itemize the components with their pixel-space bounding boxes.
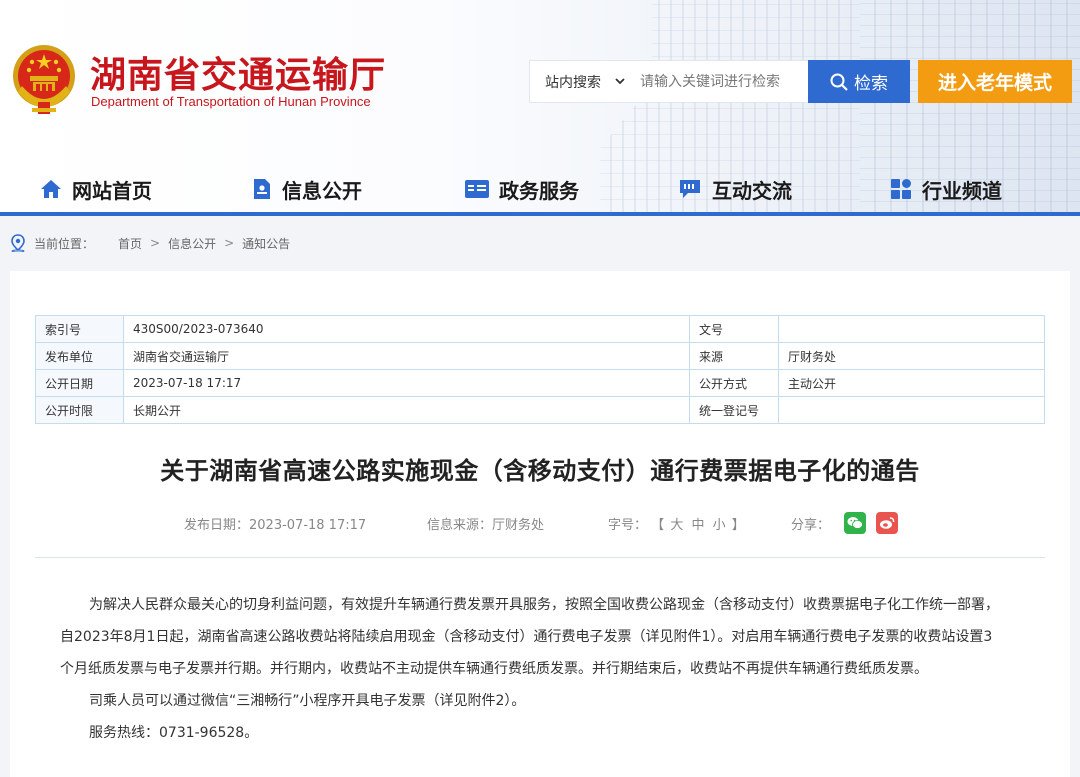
meta-key: 公开日期 (35, 369, 124, 397)
nav-item-info-disclosure[interactable]: 信息公开 (252, 166, 362, 212)
breadcrumb-separator: > (224, 236, 235, 250)
elder-mode-button[interactable]: 进入老年模式 (918, 60, 1072, 103)
document-icon (254, 179, 270, 199)
meta-value: 湖南省交通运输厅 (123, 342, 690, 370)
nav-item-label: 行业频道 (922, 178, 1002, 203)
meta-key: 来源 (689, 342, 779, 370)
info-source: 信息来源：厅财务处 (427, 518, 545, 533)
font-size-small-button[interactable]: 小 (713, 518, 726, 533)
breadcrumb-home-link[interactable]: 首页 (118, 235, 142, 252)
id-card-icon (465, 180, 489, 198)
meta-key: 公开时限 (35, 396, 124, 424)
search-icon (830, 73, 848, 91)
font-size-control: 字号： 【 大 中 小 】 (608, 514, 745, 533)
breadcrumb-prefix: 当前位置： (34, 236, 95, 251)
main-nav: 网站首页 信息公开 政务服务 互动交流 行业频道 (0, 166, 1080, 212)
search-scope-label: 站内搜索 (545, 74, 601, 91)
article-body: 为解决人民群众最关心的切身利益问题，有效提升车辆通行费发票开具服务，按照全国收费… (60, 589, 1030, 749)
site-subtitle: Department of Transportation of Hunan Pr… (91, 94, 371, 109)
share-label: 分享： (791, 518, 831, 533)
breadcrumb-notice-link[interactable]: 通知公告 (242, 235, 290, 252)
search-button-label: 检索 (854, 74, 888, 94)
breadcrumb: 当前位置： 首页 > 信息公开 > 通知公告 (0, 216, 1080, 270)
meta-key: 索引号 (35, 315, 124, 343)
font-size-label: 字号： (608, 518, 648, 533)
table-row: 公开日期 2023-07-18 17:17 公开方式 主动公开 (35, 369, 1045, 397)
wechat-share-icon[interactable] (844, 512, 866, 534)
font-size-medium-button[interactable]: 中 (691, 518, 704, 533)
breadcrumb-info-link[interactable]: 信息公开 (168, 235, 216, 252)
font-size-large-button[interactable]: 大 (670, 518, 683, 533)
meta-key: 文号 (689, 315, 779, 343)
location-pin-icon (11, 234, 25, 252)
meta-key: 统一登记号 (689, 396, 779, 424)
meta-value: 长期公开 (123, 396, 690, 424)
meta-key: 公开方式 (689, 369, 779, 397)
nav-item-label: 互动交流 (712, 178, 792, 203)
search-scope-select[interactable]: 站内搜索 (530, 61, 640, 102)
table-row: 索引号 430S00/2023-073640 文号 (35, 315, 1045, 343)
site-header: 湖南省交通运输厅 Department of Transportation of… (0, 0, 1080, 212)
meta-value (778, 315, 1045, 343)
divider (35, 557, 1045, 558)
search-input[interactable] (640, 61, 808, 102)
home-icon (41, 180, 61, 198)
site-title: 湖南省交通运输厅 (90, 54, 387, 96)
chevron-down-icon (615, 78, 625, 85)
breadcrumb-separator: > (150, 236, 161, 250)
font-size-bracket: 【 (651, 518, 665, 533)
paragraph: 个月纸质发票与电子发票并行期。并行期内，收费站不主动提供车辆通行费纸质发票。并行… (60, 661, 928, 677)
nav-item-industry[interactable]: 行业频道 (890, 166, 1002, 212)
paragraph: 司乘人员可以通过微信“三湘畅行”小程序开具电子发票（详见附件2）。 (89, 693, 526, 709)
national-emblem-icon (13, 45, 75, 114)
meta-value: 主动公开 (778, 369, 1045, 397)
search-button[interactable]: 检索 (808, 60, 910, 103)
meta-value: 厅财务处 (778, 342, 1045, 370)
nav-item-services[interactable]: 政务服务 (465, 166, 579, 212)
paragraph: 服务热线：0731-96528。 (89, 725, 259, 741)
paragraph: 自2023年8月1日起，湖南省高速公路收费站将陆续启用现金（含移动支付）通行费电… (60, 629, 993, 645)
publish-date: 发布日期：2023-07-18 17:17 (184, 518, 367, 533)
nav-item-label: 政务服务 (499, 178, 579, 203)
paragraph: 为解决人民群众最关心的切身利益问题，有效提升车辆通行费发票开具服务，按照全国收费… (89, 597, 999, 613)
chat-icon (680, 180, 700, 198)
font-size-bracket: 】 (731, 518, 745, 533)
meta-value: 2023-07-18 17:17 (123, 369, 690, 397)
meta-value: 430S00/2023-073640 (123, 315, 690, 343)
weibo-share-icon[interactable] (876, 512, 898, 534)
nav-item-interaction[interactable]: 互动交流 (678, 166, 792, 212)
article-card: 索引号 430S00/2023-073640 文号 发布单位 湖南省交通运输厅 … (10, 271, 1070, 777)
nav-item-home[interactable]: 网站首页 (40, 166, 152, 212)
search-box: 站内搜索 (529, 60, 809, 103)
metadata-table: 索引号 430S00/2023-073640 文号 发布单位 湖南省交通运输厅 … (35, 315, 1045, 424)
table-row: 公开时限 长期公开 统一登记号 (35, 396, 1045, 424)
meta-key: 发布单位 (35, 342, 124, 370)
meta-value (778, 396, 1045, 424)
nav-item-label: 网站首页 (72, 178, 152, 203)
article-title: 关于湖南省高速公路实施现金（含移动支付）通行费票据电子化的通告 (160, 457, 920, 485)
grid-icon (891, 179, 911, 199)
nav-item-label: 信息公开 (282, 178, 362, 203)
article-meta: 发布日期：2023-07-18 17:17 信息来源：厅财务处 字号： 【 大 … (10, 512, 1070, 534)
table-row: 发布单位 湖南省交通运输厅 来源 厅财务处 (35, 342, 1045, 370)
